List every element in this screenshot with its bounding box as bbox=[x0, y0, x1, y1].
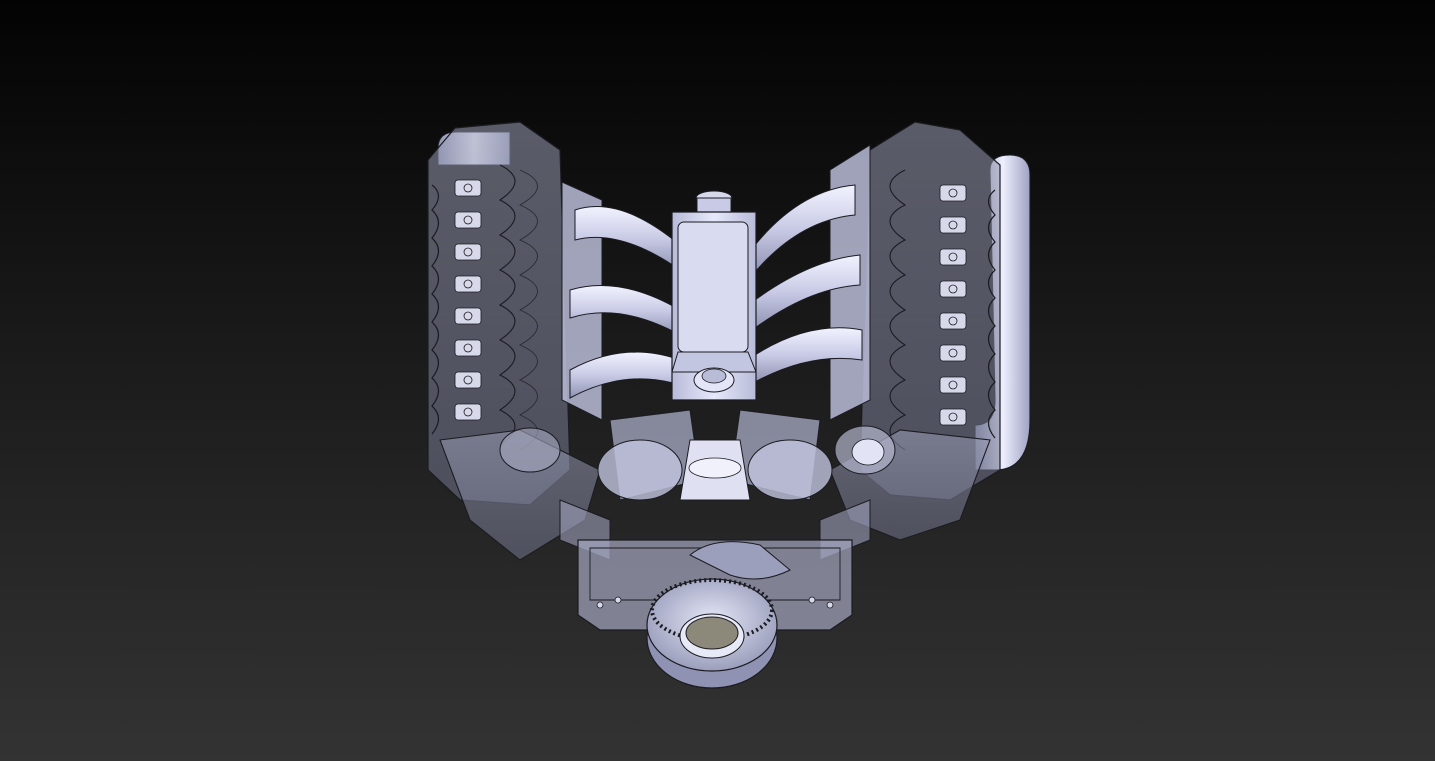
graphics-viewport[interactable] bbox=[0, 0, 1435, 761]
engine-model[interactable] bbox=[0, 0, 1435, 761]
crankshaft-pulley[interactable] bbox=[646, 578, 778, 689]
intake-plenum[interactable] bbox=[671, 190, 757, 401]
pistons-and-crank[interactable] bbox=[559, 409, 871, 561]
